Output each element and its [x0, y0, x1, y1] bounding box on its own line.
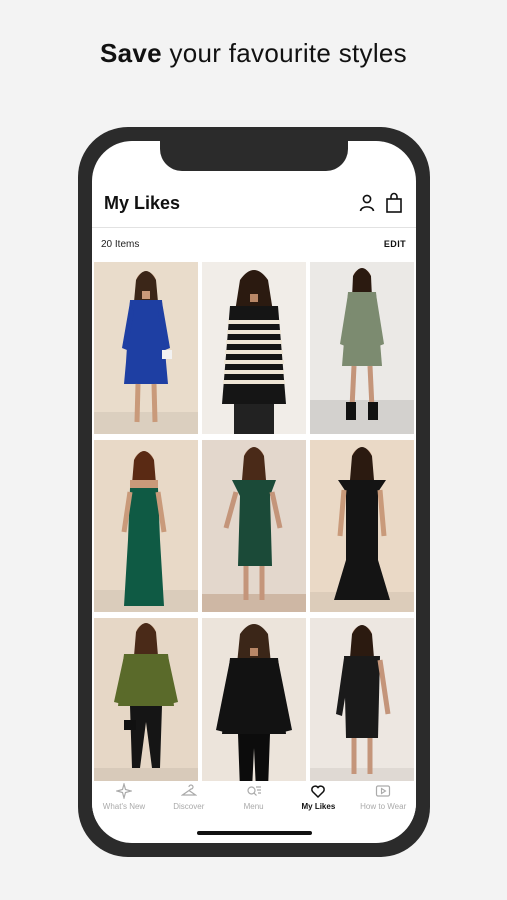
product-tile[interactable] — [94, 440, 198, 612]
sparkle-icon — [116, 783, 132, 799]
tab-discover[interactable]: Discover — [157, 783, 221, 811]
product-image — [202, 262, 306, 434]
product-image — [202, 618, 306, 790]
item-count: 20 Items — [101, 239, 140, 250]
phone-screen: My Likes 20 Items EDIT What's New Discove… — [92, 141, 416, 843]
product-tile[interactable] — [94, 618, 198, 790]
home-indicator — [197, 831, 312, 835]
tab-label: What's New — [102, 802, 146, 811]
headline-rest: your favourite styles — [169, 38, 407, 68]
tab-label: How to Wear — [360, 802, 407, 811]
heart-icon — [311, 785, 326, 799]
product-tile[interactable] — [202, 440, 306, 612]
product-tile[interactable] — [94, 262, 198, 434]
tab-menu[interactable]: Menu — [222, 783, 286, 811]
bottom-tab-bar: What's New Discover Menu My Likes How to Wea… — [92, 781, 416, 821]
page-title: My Likes — [104, 193, 181, 213]
promo-headline: Save your favourite styles — [0, 38, 507, 69]
account-icon[interactable] — [357, 193, 377, 213]
search-menu-icon — [246, 786, 261, 796]
product-tile[interactable] — [310, 262, 414, 434]
product-image — [94, 440, 198, 612]
shopping-bag-icon[interactable] — [384, 192, 404, 214]
product-image — [94, 618, 198, 790]
header-divider — [92, 227, 416, 228]
product-tile[interactable] — [202, 618, 306, 790]
tab-my-likes[interactable]: My Likes — [286, 783, 350, 811]
product-tile[interactable] — [310, 440, 414, 612]
headline-bold: Save — [100, 38, 162, 68]
app-header: My Likes — [92, 187, 416, 229]
product-image — [202, 440, 306, 612]
tab-label: Discover — [173, 802, 205, 811]
product-image — [310, 618, 414, 790]
edit-button[interactable]: EDIT — [384, 239, 406, 249]
hanger-icon — [180, 784, 197, 796]
tab-label: My Likes — [301, 802, 336, 811]
play-icon — [376, 785, 391, 797]
tab-label: Menu — [243, 802, 264, 811]
product-image — [94, 262, 198, 434]
product-tile[interactable] — [310, 618, 414, 790]
likes-toolbar: 20 Items EDIT — [92, 237, 416, 255]
product-image — [310, 262, 414, 434]
phone-notch — [160, 127, 348, 171]
product-tile[interactable] — [202, 262, 306, 434]
tab-how-to-wear[interactable]: How to Wear — [351, 783, 415, 811]
tab-what-s-new[interactable]: What's New — [92, 783, 156, 811]
product-image — [310, 440, 414, 612]
